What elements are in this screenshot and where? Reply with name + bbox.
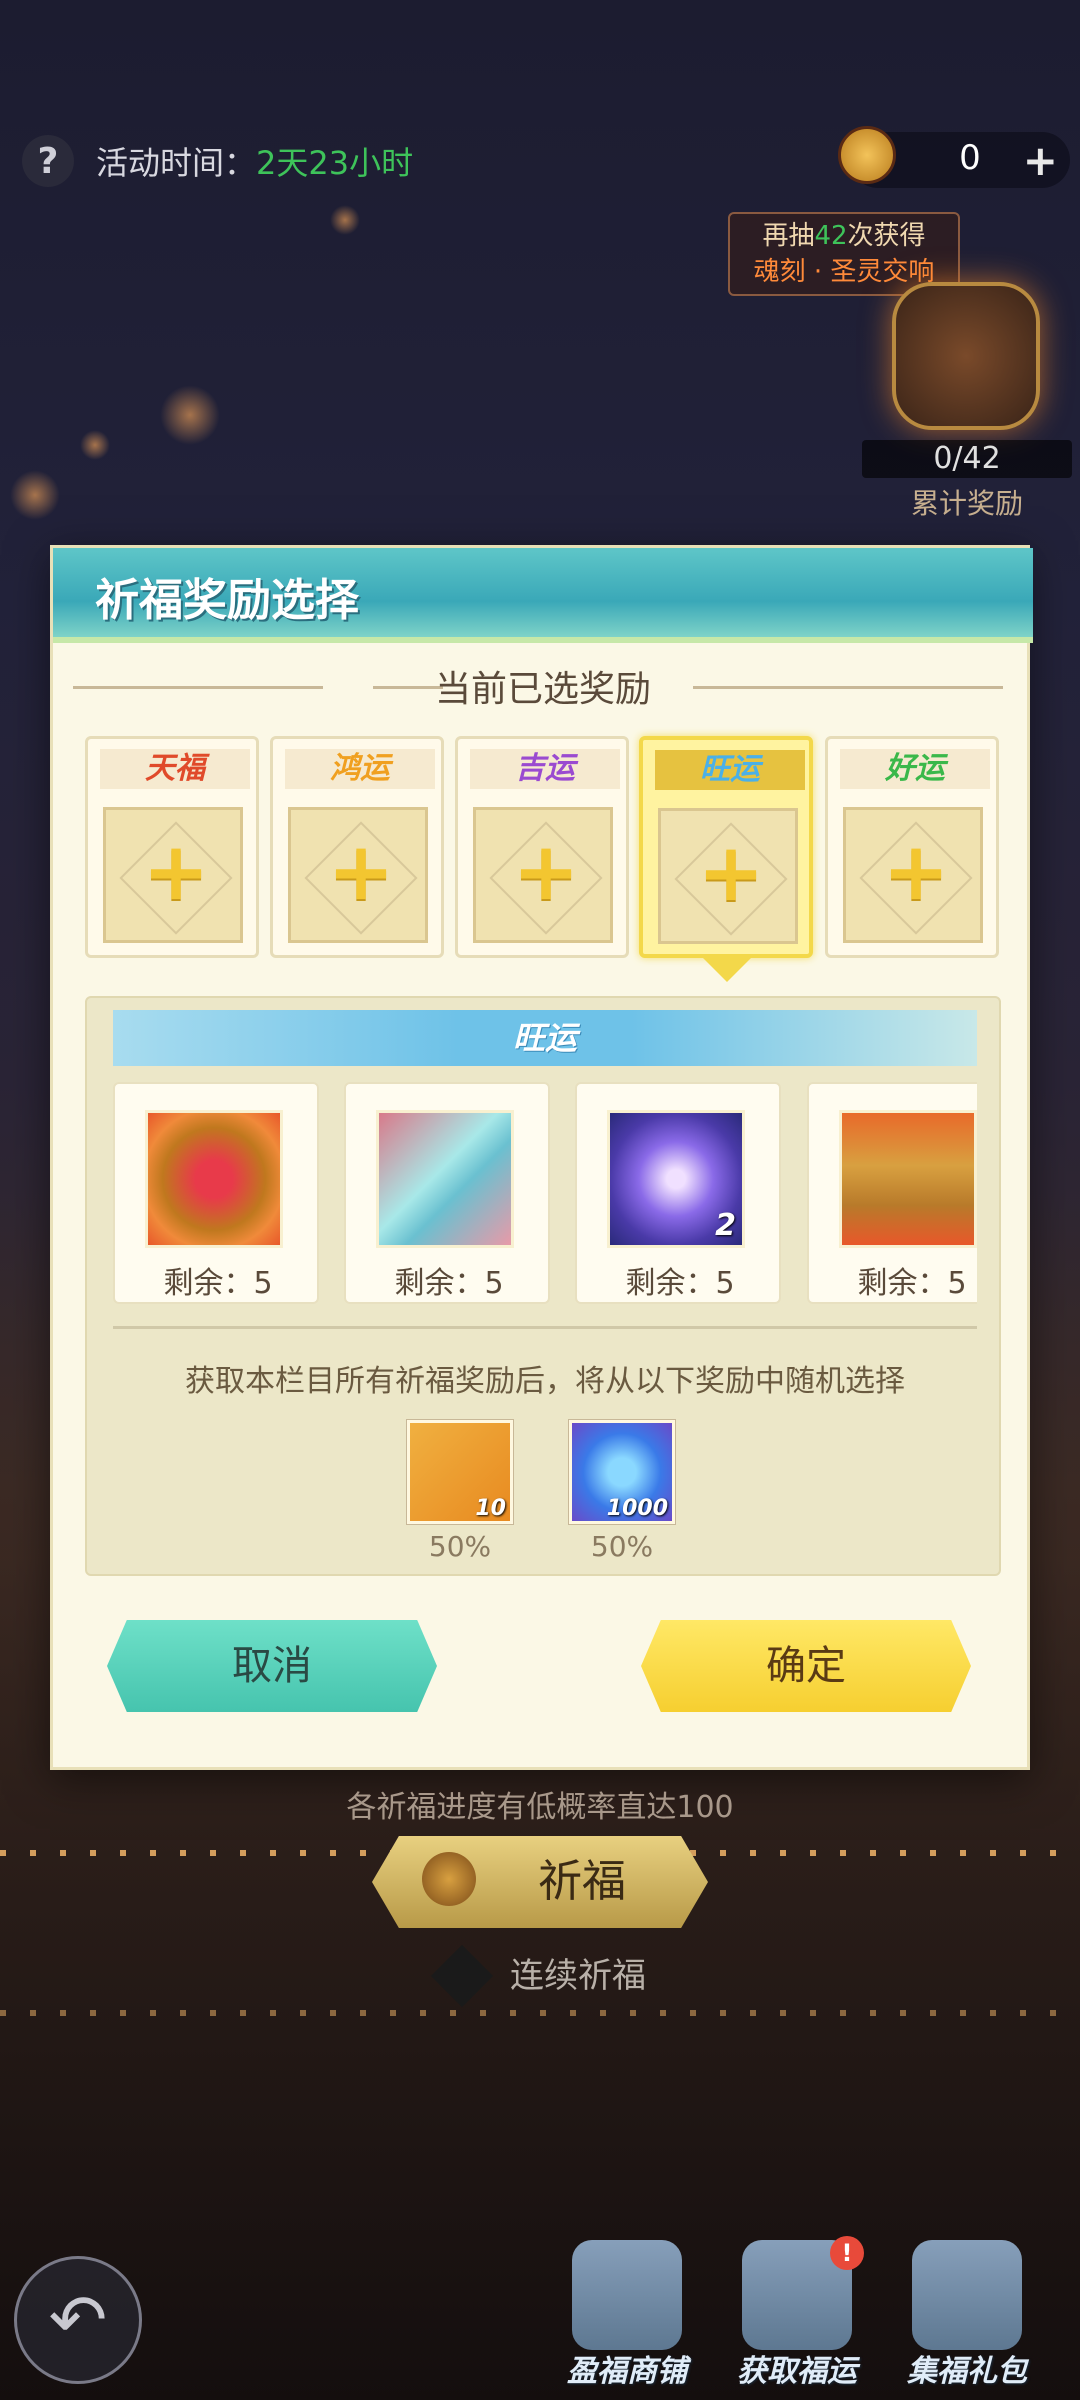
notification-badge: ! bbox=[830, 2236, 864, 2270]
gift-box-icon bbox=[912, 2240, 1022, 2350]
slot-empty-box: + bbox=[658, 808, 798, 944]
slot-label: 天福 bbox=[100, 749, 250, 789]
reward-count: 2 bbox=[715, 1208, 736, 1243]
checkbox-icon bbox=[430, 1944, 494, 2008]
slot-empty-box: + bbox=[288, 807, 428, 943]
pool-divider bbox=[113, 1326, 977, 1329]
draw-tip-line1: 再抽42次获得 bbox=[730, 218, 958, 254]
reward-pool: 旺运 剩余：5 剩余：5 2 剩余：5 剩余：5 获取本栏目所有祈福奖励后，将从… bbox=[85, 996, 1001, 1576]
slot-label: 旺运 bbox=[655, 750, 805, 790]
nav-label: 盈福商铺 bbox=[567, 2354, 687, 2389]
draw-tip-prefix: 再抽 bbox=[762, 221, 815, 251]
red-orb-icon bbox=[145, 1110, 283, 1248]
activity-time-label: 活动时间： bbox=[96, 144, 257, 182]
reward-list[interactable]: 剩余：5 剩余：5 2 剩余：5 剩余：5 bbox=[113, 1082, 977, 1312]
back-button[interactable]: ↶ bbox=[14, 2256, 142, 2384]
continuous-pray-toggle[interactable]: 连续祈福 bbox=[430, 1944, 740, 2008]
slot-haoyun[interactable]: 好运 + bbox=[825, 736, 999, 958]
reward-remain: 剩余：5 bbox=[163, 1266, 273, 1301]
bonus-count: 10 bbox=[475, 1496, 506, 1521]
pool-title: 旺运 bbox=[113, 1010, 977, 1066]
activity-time: 活动时间：2天23小时 bbox=[96, 138, 413, 184]
section-divider-left-long bbox=[73, 686, 323, 689]
slot-hongyun[interactable]: 鸿运 + bbox=[270, 736, 444, 958]
lantern-light bbox=[160, 385, 220, 445]
add-currency-button[interactable]: + bbox=[1023, 136, 1058, 185]
reward-select-dialog: 祈福奖励选择 当前已选奖励 天福 + 鸿运 + 吉运 + 旺运 + 好运 + 旺… bbox=[50, 545, 1033, 1770]
slot-empty-box: + bbox=[473, 807, 613, 943]
dialog-header: 祈福奖励选择 bbox=[53, 548, 1033, 643]
reward-card[interactable]: 剩余：5 bbox=[344, 1082, 550, 1304]
slot-label: 好运 bbox=[840, 749, 990, 789]
slot-label: 鸿运 bbox=[285, 749, 435, 789]
draw-tip-suffix: 次获得 bbox=[847, 221, 926, 251]
reward-remain: 剩余：5 bbox=[857, 1266, 967, 1301]
lantern-light bbox=[330, 205, 360, 235]
nav-label: 获取福运 bbox=[737, 2354, 857, 2389]
bonus-count: 1000 bbox=[606, 1496, 668, 1521]
slot-tianfu[interactable]: 天福 + bbox=[85, 736, 259, 958]
background-string-lights bbox=[0, 2010, 1080, 2016]
selection-pointer-icon bbox=[699, 954, 755, 982]
reward-remain: 剩余：5 bbox=[625, 1266, 735, 1301]
probability-note: 各祈福进度有低概率直达100 bbox=[346, 1790, 734, 1825]
continuous-pray-label: 连续祈福 bbox=[510, 1956, 646, 1996]
reward-remain: 剩余：5 bbox=[394, 1266, 504, 1301]
nav-label: 集福礼包 bbox=[907, 2354, 1027, 2389]
question-icon: ? bbox=[37, 140, 59, 182]
black-stone-icon[interactable]: 10 bbox=[407, 1420, 513, 1524]
nav-get-luck[interactable]: ! 获取福运 bbox=[722, 2236, 872, 2390]
plus-icon: + bbox=[512, 825, 580, 918]
selected-slots: 天福 + 鸿运 + 吉运 + 旺运 + 好运 + bbox=[85, 736, 1001, 982]
section-divider-right bbox=[693, 686, 1003, 689]
cumulative-reward-icon[interactable] bbox=[892, 282, 1040, 430]
currency-value: 0 bbox=[959, 138, 981, 178]
pray-button[interactable]: 祈福 bbox=[372, 1836, 708, 1928]
lantern-light bbox=[10, 470, 60, 520]
cumulative-label: 累计奖励 bbox=[910, 487, 1023, 520]
lantern-light bbox=[80, 430, 110, 460]
plus-icon: + bbox=[327, 825, 395, 918]
confirm-button[interactable]: 确定 bbox=[641, 1620, 971, 1712]
shop-chest-icon bbox=[572, 2240, 682, 2350]
lucky-coin-icon bbox=[838, 126, 896, 184]
reward-card[interactable]: 剩余：5 bbox=[113, 1082, 319, 1304]
crystal-blade-icon bbox=[376, 1110, 514, 1248]
help-button[interactable]: ? bbox=[22, 135, 74, 187]
draw-tip-count: 42 bbox=[814, 221, 848, 251]
cumulative-progress: 0/42 bbox=[862, 440, 1072, 478]
slot-wangyun[interactable]: 旺运 + bbox=[639, 736, 813, 982]
slot-label: 吉运 bbox=[470, 749, 620, 789]
rune-orb-icon: 2 bbox=[607, 1110, 745, 1248]
slot-jiyun[interactable]: 吉运 + bbox=[455, 736, 629, 958]
reward-card[interactable]: 2 剩余：5 bbox=[575, 1082, 781, 1304]
back-arrow-icon: ↶ bbox=[48, 2279, 108, 2361]
slot-empty-box: + bbox=[103, 807, 243, 943]
nav-gift-pack[interactable]: 集福礼包 bbox=[892, 2240, 1042, 2390]
reward-card[interactable]: 剩余：5 bbox=[807, 1082, 977, 1304]
activity-time-value: 2天23小时 bbox=[256, 144, 414, 182]
treasure-chest-icon bbox=[839, 1110, 977, 1248]
lucky-coin-icon bbox=[422, 1852, 476, 1906]
blue-potion-icon[interactable]: 1000 bbox=[569, 1420, 675, 1524]
slot-empty-box: + bbox=[843, 807, 983, 943]
plus-icon: + bbox=[142, 825, 210, 918]
currency-bar: 0 + bbox=[838, 126, 1070, 188]
cancel-button[interactable]: 取消 bbox=[107, 1620, 437, 1712]
plus-icon: + bbox=[882, 825, 950, 918]
bonus-percent: 50% bbox=[590, 1530, 654, 1563]
plus-icon: + bbox=[697, 826, 765, 919]
bonus-percent: 50% bbox=[428, 1530, 492, 1563]
dialog-title: 祈福奖励选择 bbox=[95, 575, 359, 626]
nav-shop[interactable]: 盈福商铺 bbox=[552, 2240, 702, 2390]
pool-note: 获取本栏目所有祈福奖励后，将从以下奖励中随机选择 bbox=[185, 1364, 905, 1399]
pray-label: 祈福 bbox=[538, 1856, 626, 1907]
